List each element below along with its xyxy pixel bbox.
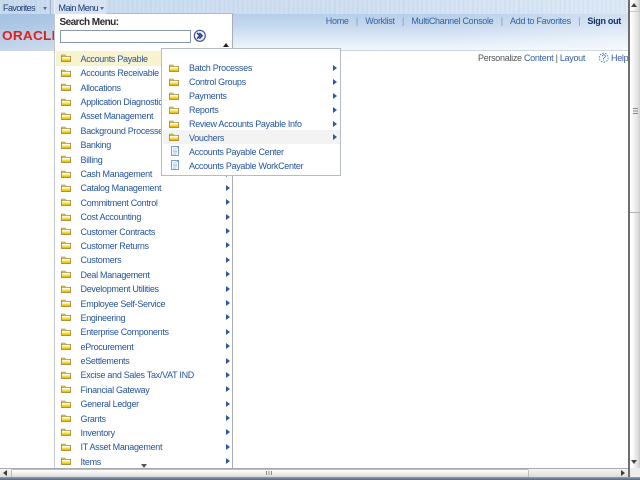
- svg-text:?: ?: [601, 53, 606, 62]
